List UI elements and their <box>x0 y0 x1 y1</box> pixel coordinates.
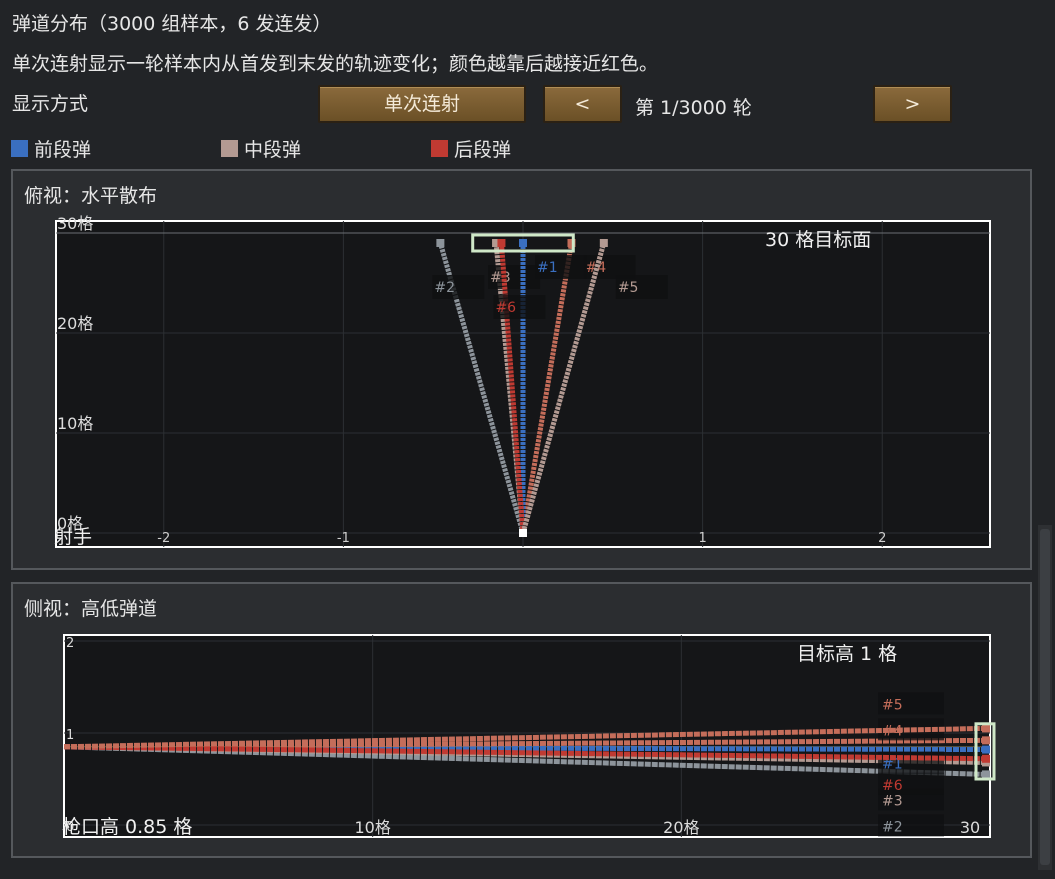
side-x-tick-label: 10格 <box>354 818 390 837</box>
page-title: 弹道分布（3000 组样本，6 发连发） <box>12 13 332 35</box>
side-x-tick-label: 30 <box>960 818 980 837</box>
display-mode-button[interactable]: 单次连射 <box>318 85 526 123</box>
impact-marker-6 <box>497 239 506 247</box>
top-y-tick-label: 30格 <box>57 214 93 233</box>
display-mode-label: 显示方式 <box>12 93 89 115</box>
side-impact-marker-2 <box>982 770 990 779</box>
side-impact-marker-1 <box>982 745 990 754</box>
side-shot-label-3: #3 <box>882 793 903 809</box>
shot-label-1: #1 <box>537 260 558 276</box>
next-round-button[interactable]: > <box>873 85 952 123</box>
scrollbar-thumb[interactable] <box>1040 529 1050 865</box>
side-shot-label-5: #5 <box>882 697 903 713</box>
legend-item-early: 前段弹 <box>11 135 91 162</box>
prev-round-button[interactable]: < <box>543 85 622 123</box>
legend-swatch-early <box>11 140 28 157</box>
legend-label-early: 前段弹 <box>34 139 92 161</box>
muzzle-height-label: 枪口高 0.85 格 <box>62 816 192 838</box>
shot-label-2: #2 <box>434 280 455 296</box>
top-y-tick-label: 10格 <box>57 414 93 433</box>
side-view-chart: 21010格20格30枪口高 0.85 格目标高 1 格#2#3#1#4#6#5 <box>62 634 996 838</box>
legend-swatch-middle <box>221 140 238 157</box>
impact-marker-2 <box>436 239 445 247</box>
side-x-tick-label: 20格 <box>663 818 699 837</box>
top-x-tick-label: -1 <box>337 531 350 546</box>
vertical-scrollbar[interactable] <box>1038 525 1052 870</box>
legend-item-late: 后段弹 <box>431 135 511 162</box>
side-view-panel: 侧视：高低弹道 2 1 0 10格 20格 30 枪口高 0.85 格目标高 1 格 #2 #3… <box>11 582 1032 858</box>
round-counter: 第 1/3000 轮 <box>635 97 752 119</box>
legend-swatch-late <box>431 140 448 157</box>
target-height-label: 目标高 1 格 <box>797 643 897 665</box>
top-x-tick-label: 2 <box>878 531 886 546</box>
impact-marker-1 <box>519 239 527 247</box>
side-y-tick-label: 1 <box>66 728 74 743</box>
shooter-marker <box>519 529 527 537</box>
shot-label-6: #6 <box>495 300 516 316</box>
side-impact-marker-6 <box>982 754 990 763</box>
top-x-tick-label: -2 <box>157 531 170 546</box>
side-shot-label-2: #2 <box>882 819 903 835</box>
side-impact-marker-5 <box>982 724 990 733</box>
legend-item-middle: 中段弹 <box>221 135 301 162</box>
shot-label-5: #5 <box>618 280 639 296</box>
impact-marker-5 <box>599 239 608 247</box>
legend-label-middle: 中段弹 <box>244 139 302 161</box>
page-description: 单次连射显示一轮样本内从首发到末发的轨迹变化；颜色越靠后越接近红色。 <box>12 53 659 75</box>
top-view-panel: 俯视：水平散布 30格20格10格0格-2-112射手30 格目标面#2#4#3… <box>11 169 1032 570</box>
top-x-tick-label: 1 <box>698 531 706 546</box>
shot-label-3: #3 <box>490 270 511 286</box>
target-plane-label: 30 格目标面 <box>765 229 871 251</box>
top-view-chart: 30格20格10格0格-2-112射手30 格目标面#2#4#3#1#6#5 <box>54 214 991 548</box>
side-impact-marker-4 <box>982 736 990 745</box>
legend-label-late: 后段弹 <box>454 139 512 161</box>
top-y-tick-label: 20格 <box>57 314 93 333</box>
shooter-label: 射手 <box>54 526 92 548</box>
side-y-tick-label: 2 <box>66 636 74 651</box>
side-shot-label-6: #6 <box>882 778 903 794</box>
